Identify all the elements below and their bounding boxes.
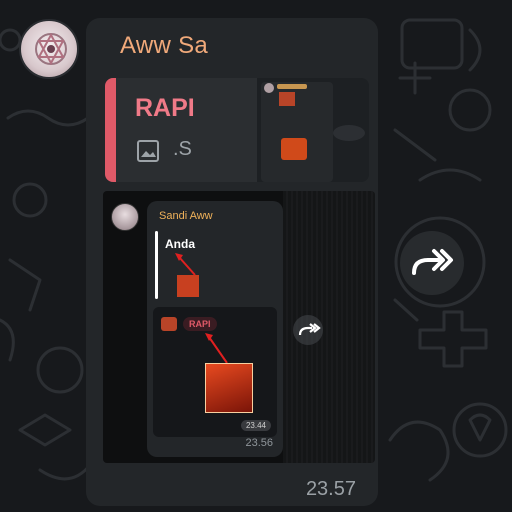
forward-button[interactable] <box>400 231 464 295</box>
forward-arrow-icon <box>412 249 453 275</box>
red-arrow-annotation-top <box>175 253 196 276</box>
message-time: 23.57 <box>305 478 356 500</box>
reply-preview[interactable]: RAPI .S <box>105 78 369 182</box>
reply-accent-bar <box>105 78 116 182</box>
reply-sender-name: RAPI <box>135 94 195 122</box>
photo-icon <box>135 138 161 169</box>
embedded-forward-icon <box>293 315 323 345</box>
reply-thumbnail <box>257 78 369 182</box>
sender-name[interactable]: Aww Sa <box>120 32 208 60</box>
reply-caption: .S <box>173 138 192 160</box>
avatar-emblem <box>35 32 67 66</box>
message-image[interactable]: Sandi Aww Anda RAPI 23.44 23.56 <box>103 191 375 463</box>
sender-avatar[interactable] <box>19 19 79 79</box>
